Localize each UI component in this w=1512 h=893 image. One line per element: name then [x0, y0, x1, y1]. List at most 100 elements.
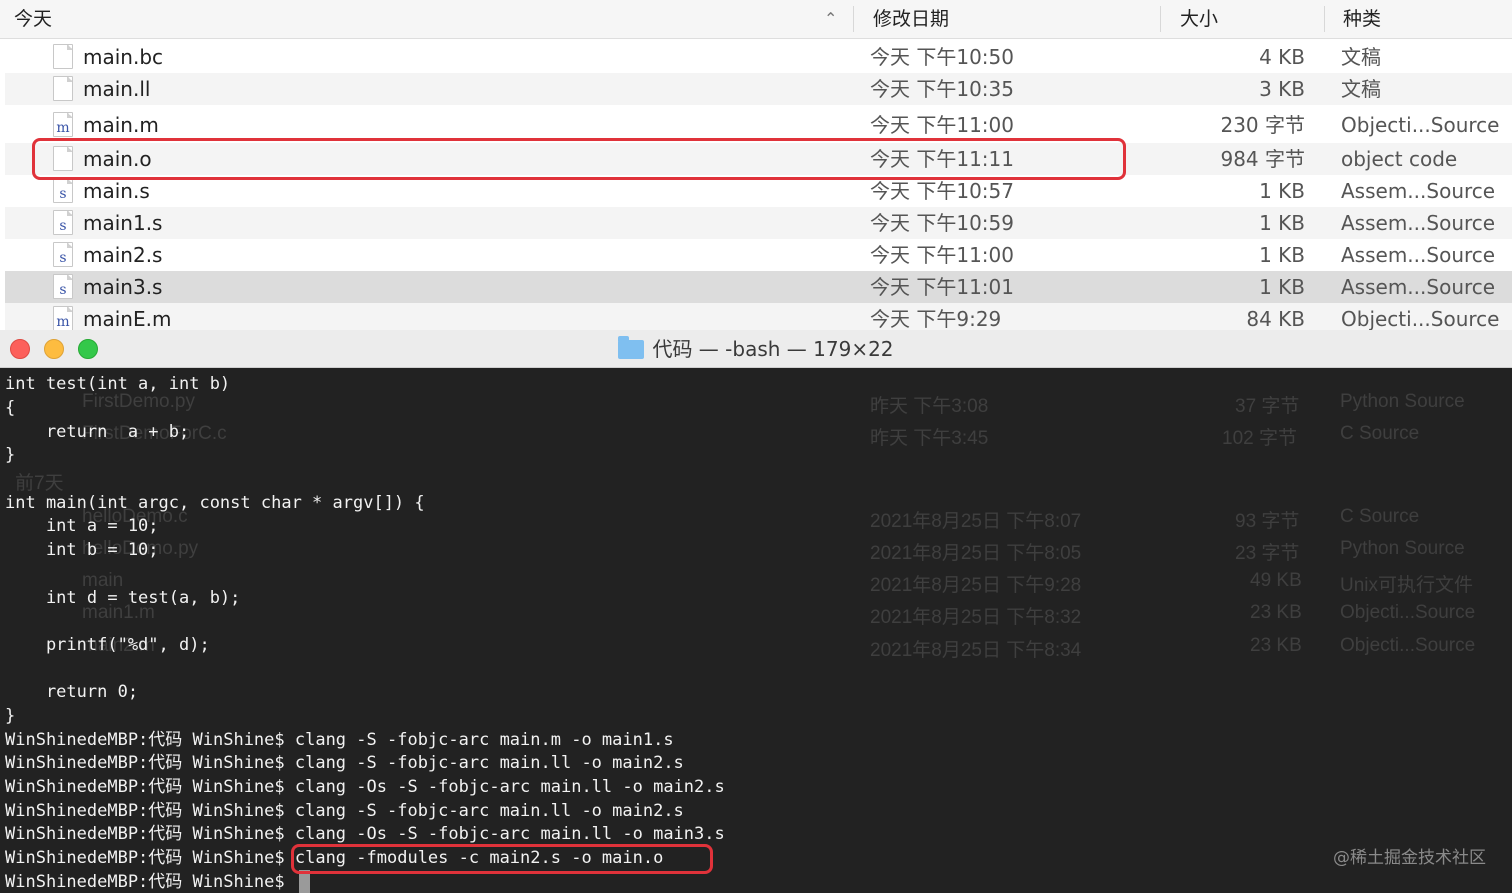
file-kind: 文稿: [1341, 77, 1381, 101]
ghost-file-kind: Objecti...Source: [1340, 635, 1476, 656]
file-size: 1 KB: [1259, 179, 1305, 203]
terminal-line: WinShinedeMBP:代码 WinShine$ clang -S -fob…: [5, 801, 684, 821]
column-divider[interactable]: [853, 6, 854, 32]
document-icon: [53, 76, 73, 101]
terminal-prompt[interactable]: WinShinedeMBP:代码 WinShine$: [5, 870, 295, 893]
file-name: main.bc: [83, 45, 164, 69]
file-date: 今天 下午10:59: [870, 211, 1014, 235]
file-kind: Assem...Source: [1341, 243, 1496, 267]
file-size: 84 KB: [1246, 307, 1305, 330]
file-name: main.m: [83, 113, 159, 137]
terminal-line: WinShinedeMBP:代码 WinShine$ clang -S -fob…: [5, 730, 674, 750]
terminal-line: WinShinedeMBP:代码 WinShine$ clang -S -fob…: [5, 753, 684, 773]
file-kind: 文稿: [1341, 45, 1381, 69]
ghost-file-date: 2021年8月25日 下午8:32: [870, 607, 1082, 628]
column-header-kind[interactable]: 种类: [1343, 0, 1381, 38]
ghost-file-kind: Objecti...Source: [1340, 602, 1476, 623]
ghost-file-date: 2021年8月25日 下午8:34: [870, 640, 1082, 661]
ghost-file-kind: C Source: [1340, 506, 1420, 527]
ghost-file-size: 23 字节: [1235, 543, 1300, 564]
file-size: 1 KB: [1259, 211, 1305, 235]
terminal-line: }: [5, 706, 16, 726]
ghost-file-kind: Unix可执行文件: [1340, 575, 1474, 596]
terminal-line: int b = 10;: [5, 540, 159, 560]
file-date: 今天 下午11:00: [870, 243, 1014, 267]
file-kind: Assem...Source: [1341, 179, 1496, 203]
ghost-file-size: 23 KB: [1250, 602, 1302, 623]
file-date: 今天 下午11:00: [870, 113, 1014, 137]
assembly-source-icon: s: [53, 242, 73, 267]
terminal-title: 代码 — -bash — 179×22: [0, 330, 1512, 368]
objc-source-icon: m: [53, 306, 73, 330]
ghost-file-size: 37 字节: [1235, 396, 1300, 417]
file-date: 今天 下午10:35: [870, 77, 1014, 101]
terminal-window[interactable]: 代码 — -bash — 179×22 FirstDemo.py 昨天 下午3:…: [0, 330, 1512, 893]
terminal-line: WinShinedeMBP:代码 WinShine$ clang -Os -S …: [5, 824, 725, 844]
file-date: 今天 下午10:50: [870, 45, 1014, 69]
file-size: 984 字节: [1220, 147, 1305, 171]
file-row[interactable]: main.ll 今天 下午10:35 3 KB 文稿: [5, 73, 1512, 105]
ghost-file-date: 2021年8月25日 下午9:28: [870, 575, 1082, 596]
highlight-box-main-o: [32, 138, 1126, 180]
terminal-line: int main(int argc, const char * argv[]) …: [5, 493, 425, 513]
terminal-line: int d = test(a, b);: [5, 588, 241, 608]
folder-icon: [618, 336, 645, 359]
file-row[interactable]: m main.m 今天 下午11:00 230 字节 Objecti...Sou…: [5, 109, 1512, 141]
file-size: 1 KB: [1259, 275, 1305, 299]
ghost-file-kind: Python Source: [1340, 538, 1465, 559]
objc-source-icon: m: [53, 112, 73, 137]
column-divider[interactable]: [1160, 6, 1161, 32]
file-kind: object code: [1341, 147, 1458, 171]
document-icon: [53, 44, 73, 69]
column-header-date[interactable]: 修改日期: [873, 0, 949, 38]
terminal-titlebar[interactable]: 代码 — -bash — 179×22: [0, 330, 1512, 368]
file-kind: Assem...Source: [1341, 211, 1496, 235]
watermark: @稀土掘金技术社区: [1333, 848, 1486, 868]
ghost-file-date: 昨天 下午3:45: [870, 428, 989, 449]
file-size: 1 KB: [1259, 243, 1305, 267]
terminal-title-text: 代码 — -bash — 179×22: [652, 337, 894, 361]
file-name: main1.s: [83, 211, 163, 235]
assembly-source-icon: s: [53, 210, 73, 235]
file-row[interactable]: main.bc 今天 下午10:50 4 KB 文稿: [5, 41, 1512, 73]
ghost-file-size: 49 KB: [1250, 570, 1302, 591]
ghost-file-size: 93 字节: [1235, 511, 1300, 532]
file-kind: Assem...Source: [1341, 275, 1496, 299]
file-name: main.ll: [83, 77, 151, 101]
file-row[interactable]: s main2.s 今天 下午11:00 1 KB Assem...Source: [5, 239, 1512, 271]
file-row[interactable]: s main1.s 今天 下午10:59 1 KB Assem...Source: [5, 207, 1512, 239]
ghost-file-kind: Python Source: [1340, 391, 1465, 412]
terminal-line: int a = 10;: [5, 516, 159, 536]
file-date: 今天 下午11:01: [870, 275, 1014, 299]
terminal-line: int test(int a, int b): [5, 374, 231, 394]
highlight-box-command: [291, 844, 713, 874]
file-name: main2.s: [83, 243, 163, 267]
file-kind: Objecti...Source: [1341, 307, 1500, 330]
terminal-line: WinShinedeMBP:代码 WinShine$ clang -Os -S …: [5, 777, 725, 797]
sort-ascending-icon[interactable]: ⌃: [824, 0, 837, 38]
ghost-file-date: 昨天 下午3:08: [870, 396, 989, 417]
file-kind: Objecti...Source: [1341, 113, 1500, 137]
ghost-file-date: 2021年8月25日 下午8:07: [870, 511, 1082, 532]
file-row-selected[interactable]: s main3.s 今天 下午11:01 1 KB Assem...Source: [5, 271, 1512, 303]
file-size: 4 KB: [1259, 45, 1305, 69]
terminal-line: return 0;: [5, 682, 139, 702]
file-date: 今天 下午9:29: [870, 307, 1002, 330]
file-size: 3 KB: [1259, 77, 1305, 101]
assembly-source-icon: s: [53, 274, 73, 299]
file-size: 230 字节: [1220, 113, 1305, 137]
ghost-file-date: 2021年8月25日 下午8:05: [870, 543, 1082, 564]
terminal-line: }: [5, 445, 16, 465]
ghost-file-size: 102 字节: [1222, 428, 1297, 449]
terminal-line: return a + b;: [5, 422, 190, 442]
ghost-file-size: 23 KB: [1250, 635, 1302, 656]
column-header-size[interactable]: 大小: [1180, 0, 1218, 38]
assembly-source-icon: s: [53, 178, 73, 203]
column-divider[interactable]: [1324, 6, 1325, 32]
finder-file-list: 今天 ⌃ 修改日期 大小 种类 main.bc 今天 下午10:50 4 KB …: [0, 0, 1512, 330]
column-header-name[interactable]: 今天: [14, 0, 52, 38]
terminal-line: printf("%d", d);: [5, 635, 210, 655]
ghost-file-kind: C Source: [1340, 423, 1420, 444]
column-header-bar: 今天 ⌃ 修改日期 大小 种类: [0, 0, 1512, 39]
file-row[interactable]: m mainE.m 今天 下午9:29 84 KB Objecti...Sour…: [5, 303, 1512, 330]
